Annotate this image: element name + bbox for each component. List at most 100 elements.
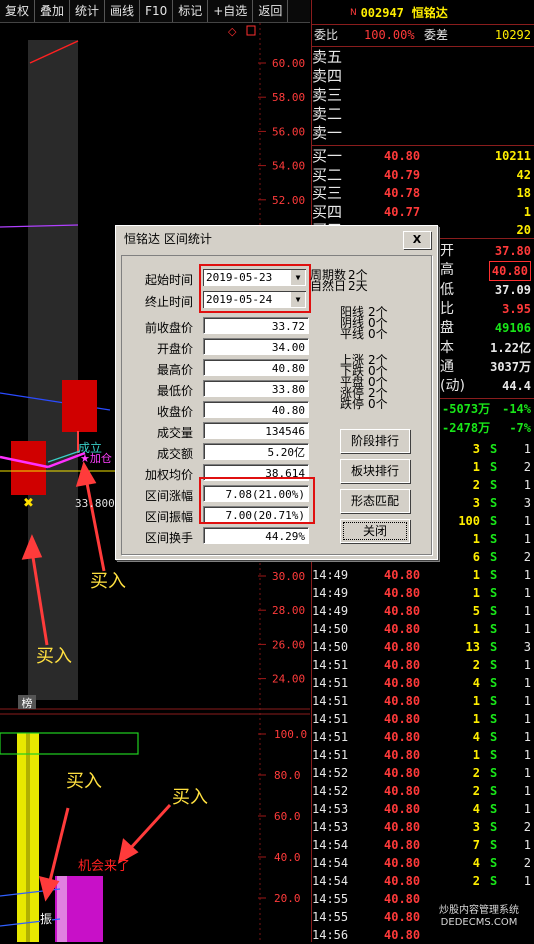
tick-row: 14:51 40.80 4 S 1	[312, 674, 534, 692]
tick-side: S	[490, 676, 498, 690]
price-tick-label: 52.00	[272, 194, 305, 207]
tick-time: 14:52	[312, 766, 349, 780]
tick-row: 14:52 40.80 2 S 1	[312, 782, 534, 800]
tick-price: 40.80	[384, 586, 421, 600]
tick-row: 14:54 40.80 7 S 1	[312, 836, 534, 854]
tick-count: 1	[523, 730, 531, 744]
toolbar-mark[interactable]: 标记	[173, 0, 209, 22]
tick-side: S	[490, 658, 498, 672]
tick-volume: 100	[458, 514, 480, 528]
watermark: 炒股内容管理系统 DEDECMS.COM	[439, 905, 519, 928]
dialog-titlebar[interactable]: 恒铭达 区间统计 X	[119, 229, 434, 249]
toolbar-f10[interactable]: F10	[140, 0, 174, 22]
tick-count: 1	[523, 478, 531, 492]
tick-count: 3	[523, 496, 531, 510]
field-value: 34.00	[203, 338, 309, 355]
tick-row: 14:51 40.80 1 S 1	[312, 710, 534, 728]
buy-row: 买三 40.78 18	[312, 184, 534, 202]
tick-side: S	[490, 604, 498, 618]
price-tick-label: 60.00	[272, 57, 305, 70]
tick-time: 14:51	[312, 694, 349, 708]
tick-volume: 1	[472, 460, 480, 474]
sell-row: 卖二	[312, 105, 534, 123]
tick-time: 14:51	[312, 676, 349, 690]
price-tick-label: 54.00	[272, 160, 305, 173]
stat-label: 通	[440, 358, 454, 375]
stat-label: 本	[440, 339, 454, 356]
zhen-label: 振	[40, 910, 53, 927]
tick-time: 14:56	[312, 928, 349, 942]
tick-count: 1	[523, 748, 531, 762]
tick-side: S	[490, 460, 498, 474]
tick-count: 1	[523, 874, 531, 888]
tick-price: 40.80	[384, 748, 421, 762]
volume-tick-label: 20.0	[274, 892, 301, 905]
volume-ticks: 100.0 80.0 60.0 40.0 20.0	[258, 728, 307, 905]
tick-time: 14:51	[312, 730, 349, 744]
toolbar-fuquan[interactable]: 复权	[0, 0, 36, 22]
sell-label: 卖五	[312, 48, 343, 66]
buy-price: 40.79	[384, 167, 421, 182]
tick-count: 1	[523, 766, 531, 780]
toolbar-back[interactable]: 返回	[253, 0, 289, 22]
buy-label: 买三	[312, 184, 343, 202]
tick-row: 14:51 40.80 1 S 1	[312, 692, 534, 710]
buy-label: 买四	[312, 202, 343, 221]
tick-side: S	[490, 586, 498, 600]
sector-rank-button[interactable]: 板块排行	[340, 459, 410, 483]
tick-count: 1	[523, 838, 531, 852]
tick-time: 14:49	[312, 568, 349, 582]
tick-volume: 3	[472, 496, 480, 510]
field-value: 33.80	[203, 380, 309, 397]
field-label: 收盘价	[156, 405, 193, 419]
tick-price: 40.80	[384, 694, 421, 708]
buy-price: 40.80	[384, 149, 421, 163]
toolbar-add-favorite[interactable]: +自选	[208, 0, 254, 22]
tick-count: 2	[523, 550, 531, 564]
tick-side: S	[490, 730, 498, 744]
field-label: 最低价	[156, 384, 193, 398]
tick-time: 14:55	[312, 910, 349, 924]
field-value: 40.80	[203, 359, 309, 376]
buy-price: 40.78	[384, 186, 421, 200]
tick-price: 40.80	[384, 856, 421, 870]
window-icon	[246, 25, 256, 36]
weibi-row: 委比 100.00% 委差 10292	[312, 26, 534, 44]
star-icon: ★	[80, 452, 90, 465]
tick-side: S	[490, 874, 498, 888]
stage-rank-button[interactable]: 阶段排行	[340, 429, 410, 453]
toolbar-drawline[interactable]: 画线	[105, 0, 141, 22]
tick-price: 40.80	[384, 892, 421, 906]
quote-header: N 002947 恒铭达	[312, 2, 534, 25]
field-label: 成交量	[156, 426, 193, 440]
pattern-match-button[interactable]: 形态匹配	[340, 489, 410, 513]
tick-time: 14:54	[312, 856, 349, 870]
toolbar-statistics[interactable]: 统计	[70, 0, 106, 22]
toolbar-overlay[interactable]: 叠加	[35, 0, 71, 22]
tick-count: 1	[523, 514, 531, 528]
tick-side: S	[490, 514, 498, 528]
sell-label: 卖四	[312, 67, 343, 85]
stat-value: 37.09	[494, 282, 531, 297]
field-value: 44.29%	[203, 527, 309, 544]
tick-side: S	[490, 442, 498, 456]
price-tick-label: 26.00	[272, 638, 305, 651]
stat-label: 低	[440, 281, 454, 298]
tick-side: S	[490, 532, 498, 546]
buy-row: 买二 40.79 42	[312, 166, 534, 184]
weibi-label: 委比	[314, 28, 339, 42]
stat-label: (动)	[440, 378, 465, 395]
diamond-icon: ◇	[228, 25, 237, 38]
stat-value: 3.95	[502, 301, 531, 316]
period-stat-value: 2天	[348, 279, 368, 293]
tick-row: 14:49 40.80 1 S 1	[312, 584, 534, 602]
tick-time: 14:54	[312, 874, 349, 888]
tick-time: 14:53	[312, 802, 349, 816]
highlight-range-change	[199, 477, 315, 524]
sell-row: 卖一	[312, 124, 534, 142]
tick-price: 40.80	[384, 910, 421, 924]
close-button[interactable]: 关闭	[340, 519, 410, 543]
dialog-close-icon[interactable]: X	[403, 231, 431, 249]
tick-side: S	[490, 856, 498, 870]
price-tick-label: 30.00	[272, 570, 305, 583]
